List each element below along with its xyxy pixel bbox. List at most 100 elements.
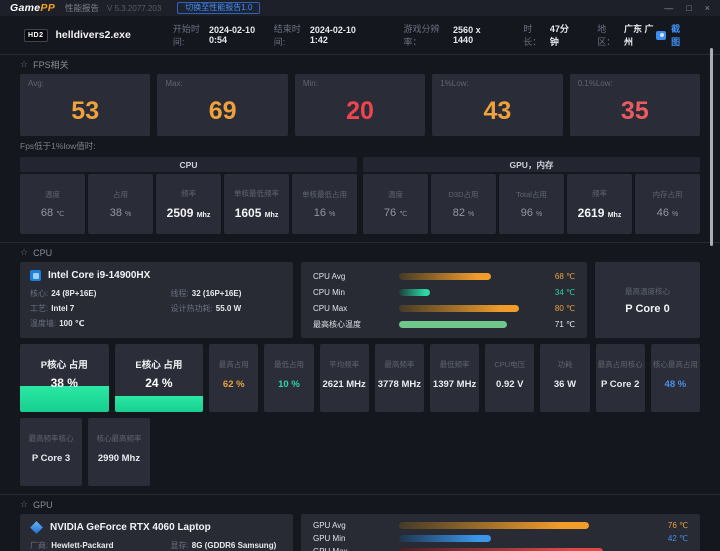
titlebar: GamePP 性能报告 V 5.3.2077.203 切换至性能报告1.0 — … <box>0 0 720 16</box>
maximize-icon[interactable]: □ <box>686 0 691 16</box>
cpu-hottest-core-bar-row: 最高核心温度 71 ℃ <box>313 318 575 330</box>
fps-card-max: Max: 69 <box>157 74 287 136</box>
fps-card-avg: Avg: 53 <box>20 74 150 136</box>
game-badge: HD2 <box>24 29 48 42</box>
start-time-label: 开始时间: <box>173 22 205 48</box>
cpu-threads: 线程:32 (16P+16E) <box>171 288 283 299</box>
low-gpu-freq-cell: 频率 2619 Mhz <box>567 174 632 234</box>
fps-card-1pct-low: 1%Low: 43 <box>432 74 562 136</box>
low-fps-title: Fps低于1%low值时: <box>20 136 700 157</box>
cpu-temp-wall: 温度墙:100 ℃ <box>30 318 171 329</box>
cpu-cores: 核心:24 (8P+16E) <box>30 288 171 299</box>
cpu-max-bar <box>399 305 519 312</box>
core-max-freq-card: 核心最高频率 2990 Mhz <box>88 418 150 486</box>
switch-report-button[interactable]: 切换至性能报告1.0 <box>177 2 260 14</box>
low-cpu-table: CPU 温度 68 ℃ 占用 38 % 频率 2509 Mhz <box>20 157 357 234</box>
max-usage-core-card: 最高占用核心 P Core 2 <box>596 344 645 412</box>
cpu-temp-bars-card: CPU Avg 68 ℃ CPU Min 34 ℃ CPU Max 80 ℃ 最… <box>301 262 587 338</box>
screenshot-button[interactable]: 截图 <box>656 22 686 48</box>
app-subtitle: 性能报告 <box>65 2 99 14</box>
low-fps-tables: CPU 温度 68 ℃ 占用 38 % 频率 2509 Mhz <box>20 157 700 242</box>
hottest-core-card: 最高温度核心 P Core 0 <box>595 262 700 338</box>
low-gpu-table: GPU，内存 温度 76 ℃ D3D占用 82 % Total占用 96 % <box>363 157 700 234</box>
low-mem-usage-cell: 内存占用 46 % <box>635 174 700 234</box>
gpu-max-bar-row: GPU Max <box>313 546 688 551</box>
duration-label: 时长： <box>523 22 546 48</box>
cpu-avg-bar <box>399 273 491 280</box>
star-icon: ☆ <box>20 59 28 70</box>
resolution-label: 游戏分辨率： <box>404 22 450 48</box>
min-usage-card: 最低占用 10 % <box>264 344 313 412</box>
max-usage-card: 最高占用 62 % <box>209 344 258 412</box>
low-gpu-header: GPU，内存 <box>363 157 700 172</box>
power-card: 功耗 36 W <box>540 344 589 412</box>
gpu-max-bar <box>399 548 603 551</box>
fps-section-title: FPS相关 <box>33 58 69 71</box>
gpu-avg-bar-row: GPU Avg 76 ℃ <box>313 520 688 530</box>
cpu-name: Intel Core i9-14900HX <box>48 270 150 281</box>
cpu-section-title: CPU <box>33 248 52 258</box>
pcore-usage-card: P核心 占用 38 % <box>20 344 109 412</box>
low-cpu-min-core-freq-cell: 单核最低频率 1605 Mhz <box>224 174 289 234</box>
gpu-avg-bar <box>399 522 589 529</box>
star-icon: ☆ <box>20 247 28 258</box>
gamepp-window: GamePP 性能报告 V 5.3.2077.203 切换至性能报告1.0 — … <box>0 0 720 551</box>
cpu-info-card: Intel Core i9-14900HX 核心:24 (8P+16E) 线程:… <box>20 262 293 338</box>
min-freq-card: 最低频率 1397 MHz <box>430 344 479 412</box>
core-max-usage-card: 核心最高占用 48 % <box>651 344 700 412</box>
close-icon[interactable]: × <box>705 0 710 16</box>
ecore-usage-card: E核心 占用 24 % <box>115 344 204 412</box>
resolution-block: 游戏分辨率： 2560 x 1440 <box>404 22 496 48</box>
cpu-avg-bar-row: CPU Avg 68 ℃ <box>313 270 575 282</box>
scrollbar-thumb[interactable] <box>710 48 713 246</box>
game-info-bar: HD2 helldivers2.exe 开始时间: 2024-02-10 0:5… <box>0 16 720 54</box>
gpu-info-card: NVIDIA GeForce RTX 4060 Laptop 厂商:Hewlet… <box>20 514 293 551</box>
max-freq-card: 最高频率 3778 MHz <box>375 344 424 412</box>
star-icon: ☆ <box>20 499 28 510</box>
ecore-usage-fill <box>115 396 204 412</box>
minimize-icon[interactable]: — <box>664 0 673 16</box>
window-controls: — □ × <box>664 0 710 16</box>
low-cpu-usage-cell: 占用 38 % <box>88 174 153 234</box>
avg-freq-card: 平均频率 2621 MHz <box>320 344 369 412</box>
end-time-label: 结束时间: <box>274 22 306 48</box>
duration-block: 时长： 47分钟 <box>523 22 573 48</box>
cpu-process: 工艺:Intel 7 <box>30 303 171 314</box>
exe-name: helldivers2.exe <box>56 29 131 41</box>
region-value: 广东 广州 <box>624 22 656 48</box>
region-block: 地区： 广东 广州 <box>597 22 656 48</box>
cpu-icon <box>30 270 41 281</box>
cpu-stats-row: P核心 占用 38 % E核心 占用 24 % 最高占用 62 % 最低占用 1… <box>20 344 700 412</box>
fps-card-01pct-low: 0.1%Low: 35 <box>570 74 700 136</box>
version-text: V 5.3.2077.203 <box>107 4 161 13</box>
gpu-min-bar-row: GPU Min 42 ℃ <box>313 533 688 543</box>
low-gpu-d3d-cell: D3D占用 82 % <box>431 174 496 234</box>
gpu-icon <box>30 521 43 534</box>
low-gpu-total-cell: Total占用 96 % <box>499 174 564 234</box>
gpu-vendor: 厂商:Hewlett-Packard <box>30 540 171 551</box>
duration-value: 47分钟 <box>550 22 573 48</box>
low-gpu-temp-cell: 温度 76 ℃ <box>363 174 428 234</box>
cpu-hottest-core-bar <box>399 321 507 328</box>
gpu-vram: 显存:8G (GDDR6 Samsung) <box>171 540 283 551</box>
time-block: 开始时间: 2024-02-10 0:54 结束时间: 2024-02-10 1… <box>173 22 366 48</box>
low-cpu-header: CPU <box>20 157 357 172</box>
screenshot-label: 截图 <box>671 22 686 48</box>
cpu-voltage-card: CPU电压 0.92 V <box>485 344 534 412</box>
end-time-value: 2024-02-10 1:42 <box>310 25 366 45</box>
gpu-section-title: GPU <box>33 500 53 510</box>
gpu-min-bar <box>399 535 491 542</box>
cpu-max-bar-row: CPU Max 80 ℃ <box>313 302 575 314</box>
region-label: 地区： <box>597 22 620 48</box>
cpu-min-bar-row: CPU Min 34 ℃ <box>313 286 575 298</box>
fps-section: ☆ FPS相关 Avg: 53 Max: 69 Min: 20 1%Low: 4… <box>0 54 720 242</box>
start-time-value: 2024-02-10 0:54 <box>209 25 265 45</box>
gamepp-logo: GamePP <box>10 2 55 14</box>
low-cpu-min-core-usage-cell: 单核最低占用 16 % <box>292 174 357 234</box>
pcore-usage-fill <box>20 386 109 412</box>
low-cpu-freq-cell: 频率 2509 Mhz <box>156 174 221 234</box>
gpu-name: NVIDIA GeForce RTX 4060 Laptop <box>50 522 211 533</box>
gpu-temp-bars-card: GPU Avg 76 ℃ GPU Min 42 ℃ GPU Max <box>301 514 700 551</box>
resolution-value: 2560 x 1440 <box>453 25 495 45</box>
low-cpu-temp-cell: 温度 68 ℃ <box>20 174 85 234</box>
